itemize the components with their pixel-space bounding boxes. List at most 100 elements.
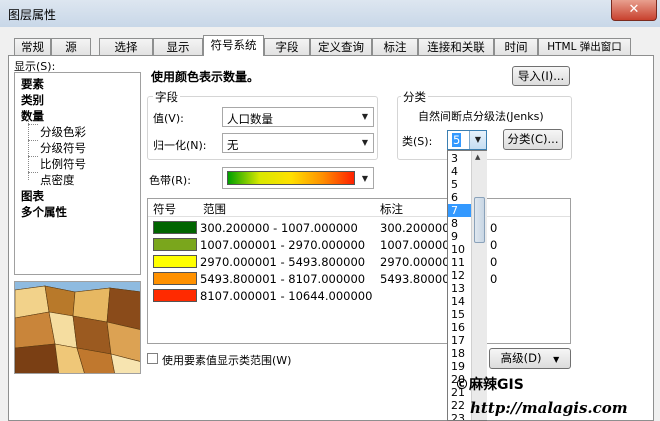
title-bar [0,0,660,28]
tree-item-graduated-colors[interactable]: 分级色彩 [40,124,86,140]
preview-map-graphic [15,282,140,373]
tree-item-categories[interactable]: 类别 [21,92,44,108]
tab-general[interactable]: 常规 [14,38,51,55]
tree-guide-line [28,118,30,180]
classes-option[interactable]: 19 [448,360,473,373]
tree-item-charts[interactable]: 图表 [21,188,44,204]
classes-option[interactable]: 14 [448,295,473,308]
tree-item-graduated-symbols[interactable]: 分级符号 [40,140,86,156]
tree-item-proportional-symbols[interactable]: 比例符号 [40,156,86,172]
close-icon: ✕ [628,2,640,17]
scroll-up-icon[interactable]: ▲ [475,153,480,161]
close-button[interactable]: ✕ [611,0,657,21]
class-symbol-swatch[interactable] [153,272,197,285]
tab-symbology[interactable]: 符号系统 [203,35,264,56]
advanced-button-label: 高级(D) [500,351,542,365]
color-ramp-label: 色带(R): [149,174,191,187]
class-range[interactable]: 300.200000 - 1007.000000 [200,221,358,235]
tab-joins-relates[interactable]: 连接和关联 [418,38,494,55]
classes-option[interactable]: 7 [448,204,473,217]
class-range[interactable]: 1007.000001 - 2970.000000 [200,238,365,252]
window-title: 图层属性 [8,8,57,22]
class-range[interactable]: 2970.000001 - 5493.800000 [200,255,365,269]
normalization-selected: 无 [227,138,239,152]
classes-option[interactable]: 10 [448,243,473,256]
classes-option[interactable]: 11 [448,256,473,269]
tab-definition-query[interactable]: 定义查询 [310,38,372,55]
tree-guide-branch [28,156,38,157]
class-label-tail: 0 [490,255,498,269]
classes-option[interactable]: 18 [448,347,473,360]
classes-label: 类(S): [402,135,433,148]
tree-guide-branch [28,172,38,173]
classify-button[interactable]: 分类(C)... [503,129,563,150]
chevron-down-icon: ▼ [361,174,369,183]
watermark-copyright: ©麻辣GIS [455,377,524,393]
tab-labels[interactable]: 标注 [372,38,418,55]
value-label: 值(V): [153,112,184,125]
classes-option[interactable]: 4 [448,165,473,178]
tab-selection[interactable]: 选择 [99,38,153,55]
tree-item-features[interactable]: 要素 [21,76,44,92]
scroll-thumb[interactable] [474,197,485,243]
class-symbol-swatch[interactable] [153,255,197,268]
import-button[interactable]: 导入(I)... [512,66,570,86]
classes-option[interactable]: 5 [448,178,473,191]
class-table[interactable]: 符号 范围 标注 300.200000 - 1007.000000 300.20… [147,198,571,344]
color-ramp-swatch [227,171,355,185]
classes-option[interactable]: 3 [448,152,473,165]
classification-method: 自然间断点分级法(Jenks) [418,110,544,123]
tree-item-multiple-attributes[interactable]: 多个属性 [21,204,67,220]
show-class-ranges-checkbox[interactable] [147,353,158,364]
classes-select[interactable]: 5 ▼ [447,130,487,150]
chevron-down-icon: ▼ [469,131,486,149]
tab-display[interactable]: 显示 [153,38,203,55]
advanced-button[interactable]: 高级(D) ▼ [489,348,571,369]
class-range[interactable]: 5493.800001 - 8107.000000 [200,272,365,286]
class-label-tail: 0 [490,221,498,235]
classes-option[interactable]: 15 [448,308,473,321]
fields-group-title: 字段 [153,89,180,105]
classes-option[interactable]: 13 [448,282,473,295]
value-field-selected: 人口数量 [227,112,273,126]
column-header-range[interactable]: 范围 [203,201,226,217]
chevron-down-icon: ▼ [553,355,560,364]
column-header-symbol[interactable]: 符号 [153,201,176,217]
chevron-down-icon: ▼ [361,138,369,147]
classes-option[interactable]: 8 [448,217,473,230]
header-divider [148,216,570,217]
tree-guide-branch [28,140,38,141]
classification-group-title: 分类 [401,89,428,105]
class-symbol-swatch[interactable] [153,289,197,302]
symbology-heading: 使用颜色表示数量。 [151,70,260,84]
normalization-select[interactable]: 无 ▼ [222,133,374,153]
class-symbol-swatch[interactable] [153,221,197,234]
watermark-url: http://malagis.com [470,399,628,417]
classes-option[interactable]: 12 [448,269,473,282]
tree-guide-branch [28,124,38,125]
classes-option[interactable]: 16 [448,321,473,334]
class-label-tail: 0 [490,238,498,252]
class-symbol-swatch[interactable] [153,238,197,251]
tab-source[interactable]: 源 [51,38,91,55]
tree-item-quantities[interactable]: 数量 [21,108,44,124]
class-range[interactable]: 8107.000001 - 10644.000000 [200,289,372,303]
color-ramp-select[interactable]: ▼ [222,167,374,189]
class-label[interactable]: 300.200000 - [380,221,457,235]
class-label-tail: 0 [490,272,498,286]
value-field-select[interactable]: 人口数量 ▼ [222,107,374,127]
tab-fields[interactable]: 字段 [264,38,310,55]
tab-time[interactable]: 时间 [494,38,538,55]
show-tree: 要素 类别 数量 分级色彩 分级符号 比例符号 点密度 图表 多个属性 [14,72,141,275]
tree-item-dot-density[interactable]: 点密度 [40,172,75,188]
tab-html-popup[interactable]: HTML 弹出窗口 [538,38,631,55]
classes-option[interactable]: 6 [448,191,473,204]
preview-map [14,281,141,374]
normalization-label: 归一化(N): [153,139,207,152]
show-class-ranges-label: 使用要素值显示类范围(W) [162,354,292,367]
classes-selected: 5 [452,133,462,147]
classes-option[interactable]: 9 [448,230,473,243]
chevron-down-icon: ▼ [361,112,369,121]
classes-option[interactable]: 17 [448,334,473,347]
column-header-label[interactable]: 标注 [380,201,403,217]
